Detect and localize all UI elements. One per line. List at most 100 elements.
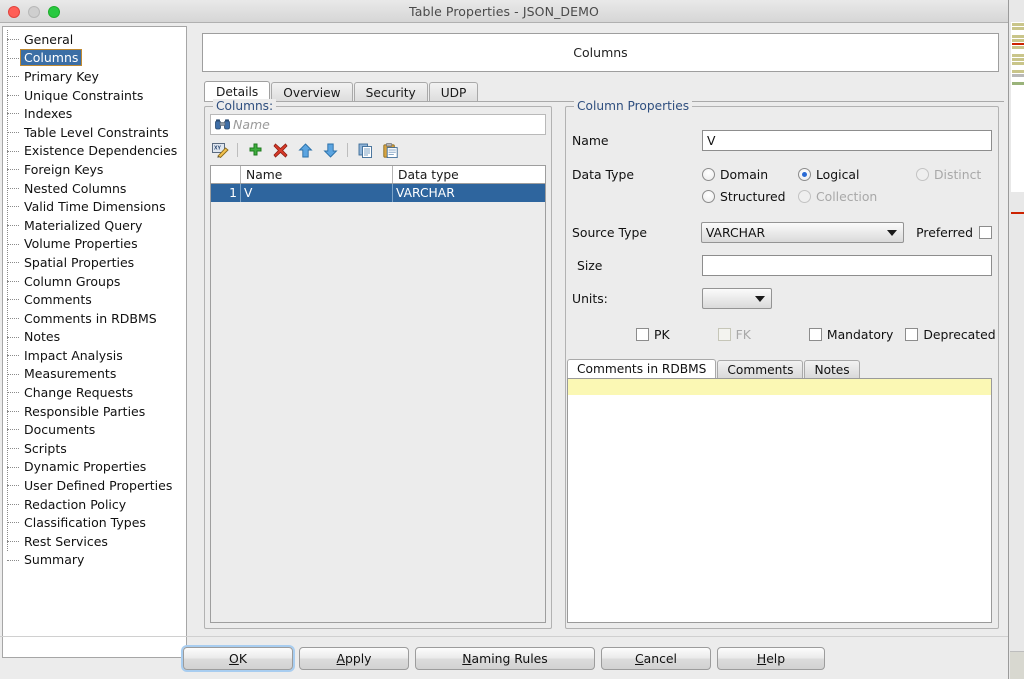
sidebar-item-label: Primary Key <box>24 68 99 84</box>
source-type-select[interactable]: VARCHAR <box>700 221 905 243</box>
sidebar-item-label: Valid Time Dimensions <box>24 199 166 215</box>
sidebar-item-primary-key[interactable]: Primary Key <box>3 67 186 86</box>
sidebar-item-label: Volume Properties <box>24 236 138 252</box>
sidebar-item-comments[interactable]: Comments <box>3 290 186 309</box>
sidebar-item-nested-columns[interactable]: Nested Columns <box>3 179 186 198</box>
table-row[interactable]: 1 V VARCHAR <box>211 184 545 202</box>
preferred-label: Preferred <box>916 224 973 240</box>
toolbar-separator-1 <box>237 143 238 157</box>
rename-column-icon[interactable]: XY <box>210 140 230 160</box>
navigation-tree-panel[interactable]: General Columns Primary Key Unique Constrai… <box>2 26 187 658</box>
sidebar-item-label: Summary <box>24 552 85 568</box>
columns-table[interactable]: Name Data type 1 V VARCHAR <box>210 165 546 623</box>
sidebar-item-general[interactable]: General <box>3 30 186 49</box>
mandatory-checkbox-item[interactable]: Mandatory <box>808 327 893 342</box>
sidebar-item-summary[interactable]: Summary <box>3 551 186 570</box>
help-button[interactable]: Help <box>717 646 825 670</box>
sidebar-item-documents[interactable]: Documents <box>3 420 186 439</box>
mandatory-checkbox[interactable] <box>808 327 822 341</box>
delete-column-icon[interactable] <box>270 140 290 160</box>
sidebar-item-notes[interactable]: Notes <box>3 328 186 347</box>
apply-button[interactable]: Apply <box>299 646 409 670</box>
sidebar-item-volume-properties[interactable]: Volume Properties <box>3 235 186 254</box>
sidebar-item-scripts[interactable]: Scripts <box>3 439 186 458</box>
sidebar-item-materialized-query[interactable]: Materialized Query <box>3 216 186 235</box>
column-search-input[interactable]: Name <box>233 117 270 132</box>
tree-branch-line <box>7 448 19 450</box>
sidebar-item-responsible-parties[interactable]: Responsible Parties <box>3 402 186 421</box>
button-label: Help <box>756 650 786 666</box>
maximize-button[interactable] <box>48 6 60 18</box>
comment-tab-comments-in-rdbms[interactable]: Comments in RDBMS <box>567 359 717 378</box>
tree-branch-line <box>7 76 19 78</box>
button-label: Apply <box>336 650 372 666</box>
tree-branch-line <box>7 373 19 375</box>
sidebar-item-user-defined-properties[interactable]: User Defined Properties <box>3 476 186 495</box>
sidebar-item-foreign-keys[interactable]: Foreign Keys <box>3 160 186 179</box>
sidebar-item-comments-in-rdbms[interactable]: Comments in RDBMS <box>3 309 186 328</box>
move-up-icon[interactable] <box>295 140 315 160</box>
sidebar-item-label: Nested Columns <box>24 180 127 196</box>
button-label: Naming Rules <box>462 650 548 666</box>
radio-collection: Collection <box>798 189 877 204</box>
move-down-icon[interactable] <box>320 140 340 160</box>
tree-branch-line <box>7 131 19 133</box>
radio-collection-label: Collection <box>816 188 878 204</box>
comment-tab-notes[interactable]: Notes <box>804 360 860 378</box>
column-header-name: Name <box>241 166 393 183</box>
comment-tab-comments[interactable]: Comments <box>717 360 804 378</box>
column-search-row[interactable]: Name <box>210 114 546 135</box>
deprecated-checkbox-item[interactable]: Deprecated <box>905 327 996 342</box>
svg-text:XY: XY <box>214 146 221 152</box>
sidebar-item-indexes[interactable]: Indexes <box>3 104 186 123</box>
units-row: Units: <box>572 287 992 309</box>
sidebar-item-unique-constraints[interactable]: Unique Constraints <box>3 86 186 105</box>
preferred-checkbox[interactable] <box>979 225 992 239</box>
close-button[interactable] <box>8 6 20 18</box>
sidebar-item-label: Spatial Properties <box>24 254 135 270</box>
pk-checkbox[interactable] <box>636 327 649 341</box>
radio-domain[interactable]: Domain <box>702 167 798 182</box>
minimize-button[interactable] <box>28 6 40 18</box>
comment-editor[interactable] <box>567 378 992 623</box>
sidebar-item-impact-analysis[interactable]: Impact Analysis <box>3 346 186 365</box>
sidebar-item-measurements[interactable]: Measurements <box>3 365 186 384</box>
comment-tab-bar: Comments in RDBMS Comments Notes <box>567 359 992 378</box>
sidebar-item-classification-types[interactable]: Classification Types <box>3 513 186 532</box>
naming-rules-button[interactable]: Naming Rules <box>415 646 595 670</box>
sidebar-item-valid-time-dimensions[interactable]: Valid Time Dimensions <box>3 197 186 216</box>
sidebar-item-existence-dependencies[interactable]: Existence Dependencies <box>3 142 186 161</box>
tree-branch-line <box>7 541 19 543</box>
size-input[interactable] <box>702 254 992 276</box>
sidebar-item-column-groups[interactable]: Column Groups <box>3 272 186 291</box>
sidebar-item-columns[interactable]: Columns <box>3 49 186 68</box>
columns-group-legend: Columns: <box>213 99 277 113</box>
tree-branch-line <box>7 429 19 431</box>
sidebar-item-table-level-constraints[interactable]: Table Level Constraints <box>3 123 186 142</box>
name-input[interactable]: V <box>702 129 992 151</box>
add-column-icon[interactable] <box>245 140 265 160</box>
units-select[interactable] <box>702 287 772 309</box>
radio-structured[interactable]: Structured <box>702 189 798 204</box>
sidebar-item-rest-services[interactable]: Rest Services <box>3 532 186 551</box>
paste-icon[interactable] <box>380 140 400 160</box>
tree-branch-line <box>7 280 19 282</box>
table-properties-dialog: Table Properties - JSON_DEMO General Colu… <box>0 0 1009 679</box>
sidebar-item-redaction-policy[interactable]: Redaction Policy <box>3 495 186 514</box>
cancel-button[interactable]: Cancel <box>601 646 711 670</box>
sidebar-item-label: Redaction Policy <box>24 496 127 512</box>
fk-checkbox <box>717 327 731 341</box>
sidebar-item-label: Impact Analysis <box>24 347 123 363</box>
pk-checkbox-item[interactable]: PK <box>636 327 670 342</box>
sidebar-item-spatial-properties[interactable]: Spatial Properties <box>3 253 186 272</box>
radio-distinct-indicator <box>916 167 929 181</box>
ok-button[interactable]: OK <box>183 646 293 670</box>
radio-logical[interactable]: Logical <box>798 167 916 182</box>
units-chevron-down-icon <box>755 296 765 302</box>
deprecated-checkbox[interactable] <box>905 327 919 341</box>
sidebar-item-label: Table Level Constraints <box>24 124 169 140</box>
copy-icon[interactable] <box>355 140 375 160</box>
sidebar-item-change-requests[interactable]: Change Requests <box>3 383 186 402</box>
sidebar-item-dynamic-properties[interactable]: Dynamic Properties <box>3 458 186 477</box>
navigation-tree-list: General Columns Primary Key Unique Constrai… <box>3 27 186 569</box>
